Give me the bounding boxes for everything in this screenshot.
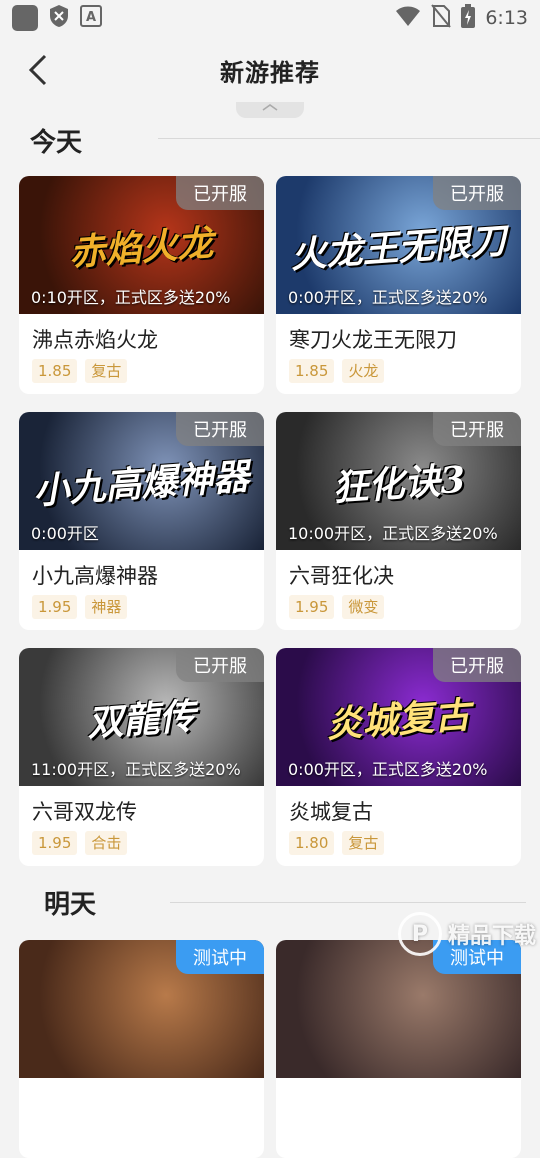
genre-tag: 复古 [342,831,385,855]
game-card[interactable]: 炎城复古 已开服 0:00开区，正式区多送20% 炎城复古 1.80 复古 [276,648,521,866]
discount-tag: 1.85 [289,359,335,383]
game-card[interactable]: 双龍传 已开服 11:00开区，正式区多送20% 六哥双龙传 1.95 合击 [19,648,264,866]
header: 新游推荐 [0,36,540,104]
genre-tag: 合击 [85,831,128,855]
page-title: 新游推荐 [220,58,320,87]
watermark: P 精品下载 [397,912,536,956]
collapse-handle[interactable] [236,102,304,118]
genre-tag: 微变 [342,595,385,619]
status-badge: 已开服 [433,412,521,446]
game-thumbnail: 双龍传 已开服 11:00开区，正式区多送20% [19,648,264,786]
game-card[interactable]: 小九高爆神器 已开服 0:00开区 小九高爆神器 1.95 神器 [19,412,264,630]
discount-tag: 1.95 [32,595,78,619]
status-badge: 已开服 [176,412,264,446]
game-thumbnail: 赤焰火龙 已开服 0:10开区，正式区多送20% [19,176,264,314]
wifi-icon [395,5,421,32]
discount-tag: 1.85 [32,359,78,383]
game-card[interactable]: 测试中 [276,940,521,1158]
game-art-title: 赤焰火龙 [68,222,215,274]
game-name: 小九高爆神器 [32,564,158,588]
game-name: 六哥狂化决 [289,564,394,588]
status-badge: 已开服 [176,176,264,210]
battery-charging-icon [461,3,476,33]
game-thumbnail: 火龙王无限刀 已开服 0:00开区，正式区多送20% [276,176,521,314]
clock: 6:13 [485,7,528,29]
open-time-text: 0:10开区，正式区多送20% [31,288,231,307]
discount-tag: 1.80 [289,831,335,855]
no-sim-icon [431,3,452,33]
section-divider [170,902,526,903]
section-title-today: 今天 [30,128,83,158]
status-badge: 已开服 [433,176,521,210]
svg-text:A: A [86,10,96,25]
game-thumbnail: 小九高爆神器 已开服 0:00开区 [19,412,264,550]
watermark-logo: P [397,912,442,956]
game-name: 炎城复古 [289,800,373,824]
game-art-title: 双龍传 [86,695,198,745]
status-bar: A 6:13 [0,0,540,36]
status-badge: 已开服 [433,648,521,682]
app-square-icon [12,5,38,31]
game-card[interactable]: 测试中 [19,940,264,1158]
game-name: 寒刀火龙王无限刀 [289,328,457,352]
font-icon: A [80,4,102,32]
game-thumbnail: 测试中 [19,940,264,1078]
game-art-title: 狂化诀3 [330,458,467,510]
status-badge: 已开服 [176,648,264,682]
genre-tag: 神器 [85,595,128,619]
watermark-text: 精品下载 [447,924,536,949]
game-thumbnail: 炎城复古 已开服 0:00开区，正式区多送20% [276,648,521,786]
section-title-tomorrow: 明天 [44,890,97,920]
game-thumbnail: 测试中 [276,940,521,1078]
open-time-text: 0:00开区，正式区多送20% [288,288,488,307]
game-thumbnail: 狂化诀3 已开服 10:00开区，正式区多送20% [276,412,521,550]
open-time-text: 0:00开区 [31,524,99,543]
open-time-text: 10:00开区，正式区多送20% [288,524,498,543]
status-badge: 测试中 [176,940,264,974]
game-name: 六哥双龙传 [32,800,137,824]
open-time-text: 11:00开区，正式区多送20% [31,760,241,779]
chevron-up-icon [262,104,278,111]
game-art-title: 炎城复古 [325,694,472,746]
section-divider [158,138,540,139]
game-name: 沸点赤焰火龙 [32,328,158,352]
shield-icon [48,4,70,33]
game-card[interactable]: 火龙王无限刀 已开服 0:00开区，正式区多送20% 寒刀火龙王无限刀 1.85… [276,176,521,394]
discount-tag: 1.95 [289,595,335,619]
open-time-text: 0:00开区，正式区多送20% [288,760,488,779]
genre-tag: 复古 [85,359,128,383]
game-art-title: 小九高爆神器 [32,455,251,513]
genre-tag: 火龙 [342,359,385,383]
game-card[interactable]: 狂化诀3 已开服 10:00开区，正式区多送20% 六哥狂化决 1.95 微变 [276,412,521,630]
game-art-title: 火龙王无限刀 [289,219,508,277]
back-button[interactable] [18,48,58,92]
chevron-left-icon [28,54,47,86]
discount-tag: 1.95 [32,831,78,855]
game-card[interactable]: 赤焰火龙 已开服 0:10开区，正式区多送20% 沸点赤焰火龙 1.85 复古 [19,176,264,394]
